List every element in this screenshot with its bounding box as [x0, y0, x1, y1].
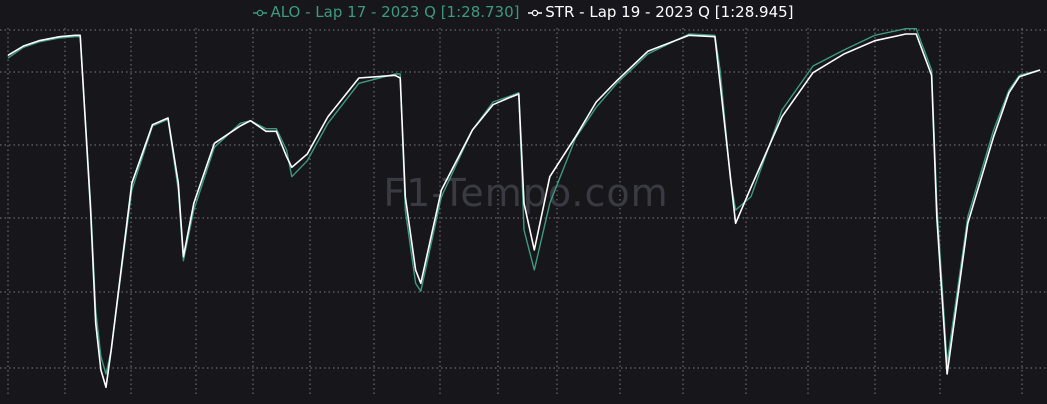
legend-marker-icon	[528, 9, 543, 16]
legend-item-str[interactable]: STR - Lap 19 - 2023 Q [1:28.945]	[528, 3, 794, 21]
legend-item-alo[interactable]: ALO - Lap 17 - 2023 Q [1:28.730]	[253, 3, 520, 21]
chart-stage: F1-Tempo.com ALO - Lap 17 - 2023 Q [1:28…	[0, 0, 1047, 404]
chart-legend: ALO - Lap 17 - 2023 Q [1:28.730] STR - L…	[0, 3, 1047, 21]
watermark-text: F1-Tempo.com	[383, 171, 668, 215]
legend-label: ALO - Lap 17 - 2023 Q [1:28.730]	[270, 3, 520, 21]
legend-label: STR - Lap 19 - 2023 Q [1:28.945]	[545, 3, 794, 21]
legend-marker-icon	[253, 9, 268, 16]
telemetry-chart: F1-Tempo.com	[0, 28, 1047, 397]
